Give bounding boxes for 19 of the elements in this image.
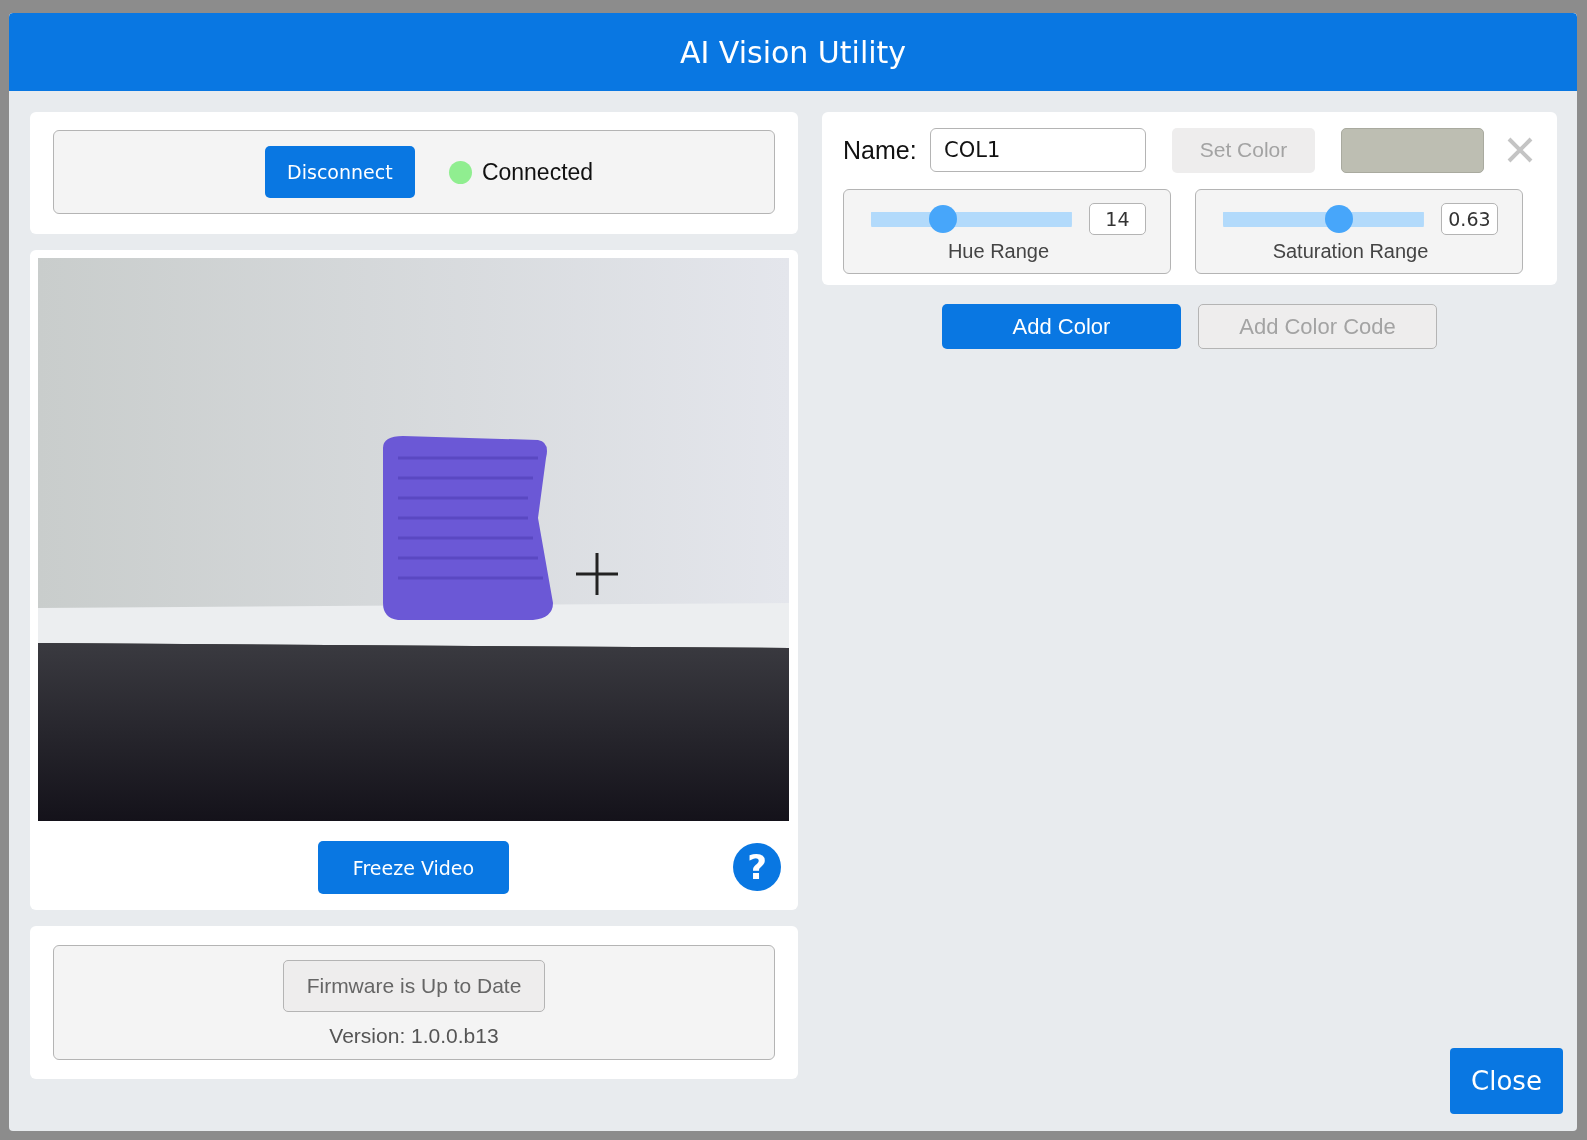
slider-thumb[interactable] xyxy=(1325,205,1354,233)
version-text: Version: 1.0.0.b13 xyxy=(329,1024,499,1048)
slider-label: Hue Range xyxy=(946,240,1051,263)
slider-label: Saturation Range xyxy=(1271,240,1430,263)
value-field[interactable]: 14 xyxy=(1088,203,1146,235)
crosshair-icon xyxy=(576,553,618,595)
freeze-video-button[interactable]: Freeze Video xyxy=(318,841,509,894)
close-icon[interactable] xyxy=(1506,136,1534,164)
close-button[interactable]: Close xyxy=(1450,1048,1563,1114)
add-color-button[interactable]: Add Color xyxy=(942,304,1181,349)
help-button[interactable]: ? xyxy=(733,843,781,891)
name-input-field[interactable]: COL1 xyxy=(930,128,1146,172)
slider-thumb[interactable] xyxy=(929,205,958,233)
value-field[interactable]: 0.63 xyxy=(1440,203,1498,235)
window-title: AI Vision Utility xyxy=(679,34,907,70)
disconnect-button[interactable]: Disconnect xyxy=(264,146,415,198)
firmware-button[interactable]: Firmware is Up to Date xyxy=(283,960,545,1012)
name-label: Name: xyxy=(843,135,918,165)
status-text: Connected xyxy=(481,158,594,186)
